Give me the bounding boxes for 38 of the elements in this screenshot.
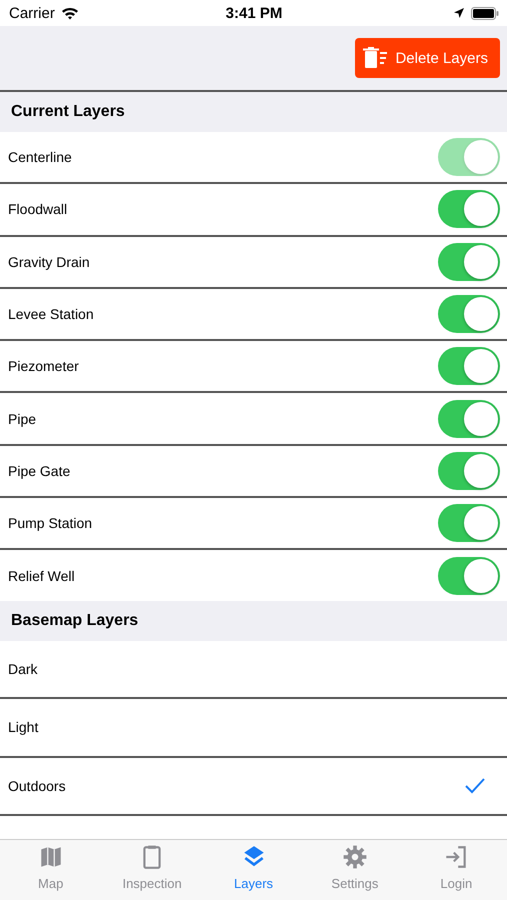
section-header: Basemap Layers: [0, 600, 507, 641]
trash-icon: [363, 47, 388, 69]
location-arrow-icon: [452, 7, 465, 19]
toggle-switch[interactable]: [438, 556, 500, 595]
toggle-switch[interactable]: [438, 295, 500, 334]
tab-item[interactable]: Map: [0, 840, 102, 900]
layer-label: Pump Station: [8, 515, 92, 532]
toggle-switch[interactable]: [438, 400, 500, 438]
layer-label: Centerline: [8, 149, 72, 166]
basemap-row[interactable]: Light: [0, 699, 507, 758]
basemap-label: Dark: [8, 660, 38, 677]
delete-layers-button[interactable]: Delete Layers: [355, 38, 500, 78]
basemap-row[interactable]: Dark: [0, 640, 507, 700]
tab-item[interactable]: Settings: [304, 840, 406, 900]
tab-item[interactable]: Inspection: [101, 840, 203, 900]
section-header: Current Layers: [0, 92, 507, 132]
layer-label: Relief Well: [8, 568, 75, 584]
toggle-switch[interactable]: [438, 190, 500, 228]
toggle-switch[interactable]: [438, 452, 500, 490]
wifi-icon: [60, 6, 79, 20]
toggle-switch[interactable]: [438, 347, 500, 386]
basemap-row[interactable]: Outdoors: [0, 758, 507, 816]
layer-label: Floodwall: [8, 201, 68, 218]
basemap-label: Light: [8, 719, 38, 736]
layer-label: Pipe: [8, 410, 36, 427]
layer-label: Pipe Gate: [8, 462, 70, 479]
settings-icon: [342, 844, 368, 870]
layer-label: Levee Station: [8, 306, 94, 322]
layer-label: Gravity Drain: [8, 254, 90, 270]
basemap-label: Outdoors: [8, 778, 66, 794]
layer-label: Piezometer: [8, 358, 79, 374]
toggle-switch[interactable]: [438, 242, 500, 281]
toggle-switch[interactable]: [438, 504, 500, 542]
battery-icon: [470, 6, 499, 20]
tab-item[interactable]: Layers: [202, 840, 304, 900]
carrier-label: Carrier: [9, 4, 55, 22]
status-time: 3:41 PM: [226, 4, 282, 22]
tab-item[interactable]: Login: [406, 840, 507, 900]
